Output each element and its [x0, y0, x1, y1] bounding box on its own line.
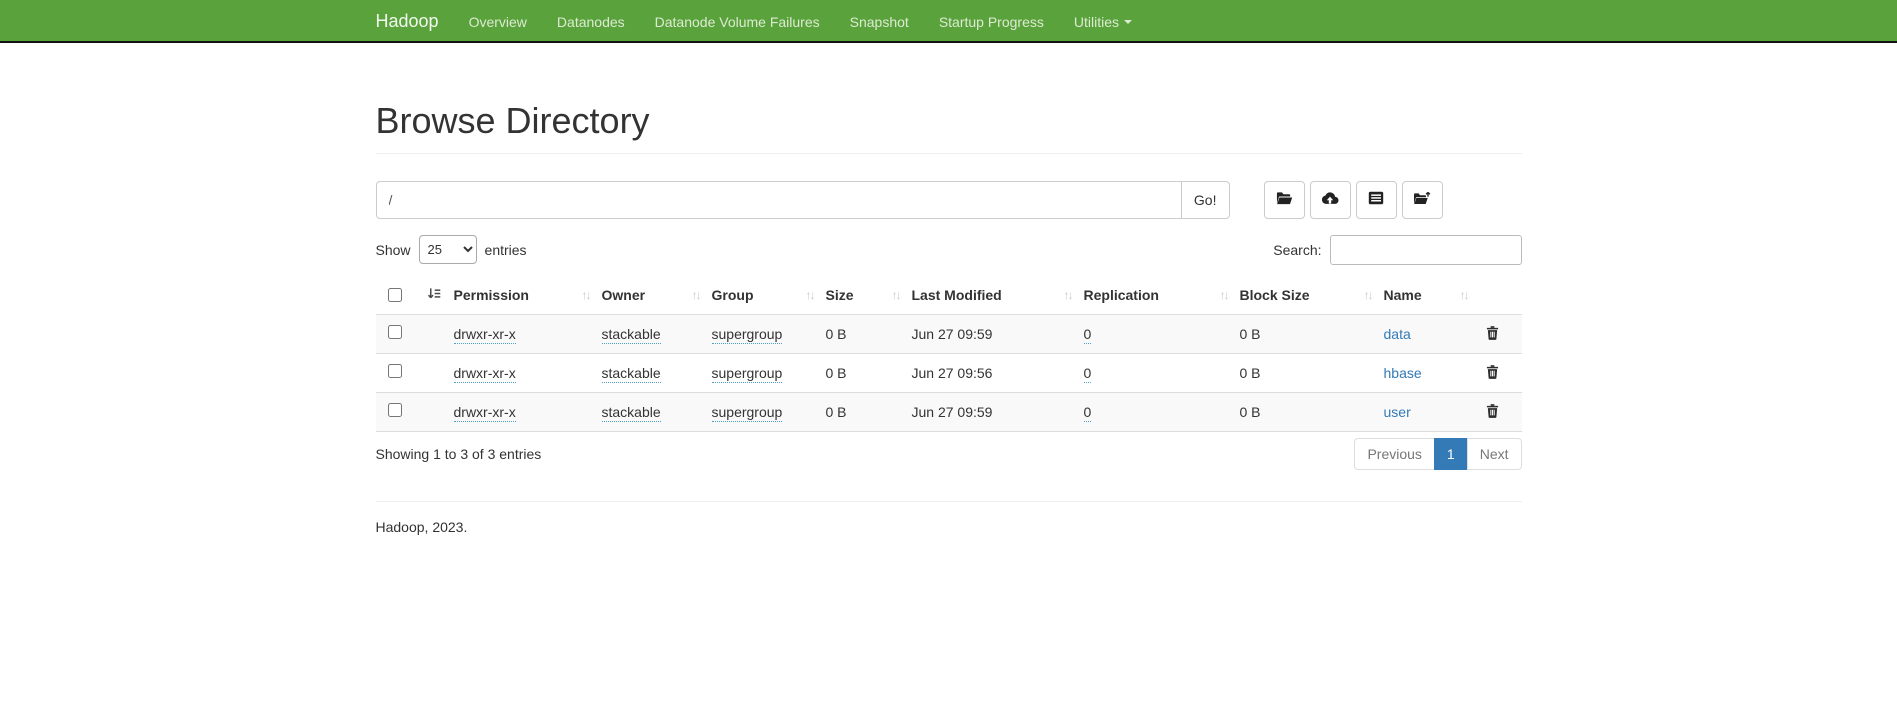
size-cell: 0 B	[826, 404, 847, 420]
column-header-owner[interactable]: Owner↑↓	[602, 277, 712, 315]
nav-item-startup-progress[interactable]: Startup Progress	[924, 0, 1059, 43]
size-cell: 0 B	[826, 365, 847, 381]
pagination-next[interactable]: Next	[1467, 438, 1522, 470]
entries-label: entries	[485, 242, 527, 258]
table-row: drwxr-xr-x stackable supergroup 0 B Jun …	[376, 392, 1522, 431]
list-alt-icon	[1368, 191, 1384, 208]
delete-button[interactable]	[1480, 403, 1499, 421]
column-header-block-size[interactable]: Block Size↑↓	[1240, 277, 1384, 315]
chevron-down-icon	[1124, 20, 1132, 24]
sort-both-icon: ↑↓	[692, 288, 700, 302]
upload-files-button[interactable]	[1310, 181, 1351, 219]
column-header-size[interactable]: Size↑↓	[826, 277, 912, 315]
size-cell: 0 B	[826, 326, 847, 342]
group-cell[interactable]: supergroup	[712, 404, 783, 422]
directory-table: Permission↑↓ Owner↑↓ Group↑↓ Size↑↓ Last…	[376, 277, 1522, 432]
delete-button[interactable]	[1480, 325, 1499, 343]
table-row: drwxr-xr-x stackable supergroup 0 B Jun …	[376, 314, 1522, 353]
row-checkbox[interactable]	[388, 364, 402, 378]
row-checkbox[interactable]	[388, 325, 402, 339]
select-all-checkbox[interactable]	[388, 288, 402, 302]
block-size-cell: 0 B	[1240, 326, 1261, 342]
title-divider	[376, 153, 1522, 154]
footer-text: Hadoop, 2023.	[376, 519, 1522, 535]
trash-icon	[1486, 367, 1499, 382]
folder-open-icon	[1276, 191, 1293, 209]
block-size-cell: 0 B	[1240, 404, 1261, 420]
directory-link[interactable]: user	[1384, 404, 1411, 420]
footer-divider	[376, 501, 1522, 502]
entries-summary: Showing 1 to 3 of 3 entries	[376, 446, 542, 462]
column-header-name[interactable]: Name↑↓	[1384, 277, 1480, 315]
last-modified-cell: Jun 27 09:59	[912, 404, 993, 420]
search-input[interactable]	[1330, 235, 1522, 265]
go-button[interactable]: Go!	[1181, 181, 1230, 219]
create-directory-button[interactable]	[1264, 181, 1305, 219]
permission-cell[interactable]: drwxr-xr-x	[454, 404, 516, 422]
folder-transfer-icon	[1413, 191, 1431, 209]
nav-item-datanode-volume-failures[interactable]: Datanode Volume Failures	[640, 0, 835, 43]
table-row: drwxr-xr-x stackable supergroup 0 B Jun …	[376, 353, 1522, 392]
sort-both-icon: ↑↓	[892, 288, 900, 302]
group-cell[interactable]: supergroup	[712, 365, 783, 383]
directory-link[interactable]: data	[1384, 326, 1411, 342]
column-header-group[interactable]: Group↑↓	[712, 277, 826, 315]
top-navbar: Hadoop Overview Datanodes Datanode Volum…	[0, 0, 1897, 43]
cut-paste-button[interactable]	[1356, 181, 1397, 219]
replication-cell[interactable]: 0	[1084, 404, 1092, 422]
owner-cell[interactable]: stackable	[602, 404, 661, 422]
path-input-group: Go!	[376, 181, 1230, 219]
sort-both-icon: ↑↓	[1220, 288, 1228, 302]
last-modified-cell: Jun 27 09:56	[912, 365, 993, 381]
last-modified-cell: Jun 27 09:59	[912, 326, 993, 342]
replication-cell[interactable]: 0	[1084, 365, 1092, 383]
trash-icon	[1486, 406, 1499, 421]
column-header-last-modified[interactable]: Last Modified↑↓	[912, 277, 1084, 315]
directory-link[interactable]: hbase	[1384, 365, 1422, 381]
owner-cell[interactable]: stackable	[602, 326, 661, 344]
block-size-cell: 0 B	[1240, 365, 1261, 381]
sort-both-icon: ↑↓	[1064, 288, 1072, 302]
table-footer: Showing 1 to 3 of 3 entries Previous 1 N…	[376, 438, 1522, 470]
page-size-select[interactable]: 25	[419, 235, 477, 264]
column-header-actions	[1480, 277, 1522, 315]
replication-cell[interactable]: 0	[1084, 326, 1092, 344]
pagination-previous[interactable]: Previous	[1354, 438, 1434, 470]
owner-cell[interactable]: stackable	[602, 365, 661, 383]
table-controls: Show 25 entries Search:	[376, 235, 1522, 265]
delete-button[interactable]	[1480, 364, 1499, 382]
nav-item-overview[interactable]: Overview	[454, 0, 542, 43]
move-directory-button[interactable]	[1402, 181, 1443, 219]
path-bar: Go!	[376, 181, 1522, 219]
sort-both-icon: ↑↓	[582, 288, 590, 302]
sort-both-icon: ↑↓	[1460, 288, 1468, 302]
pagination: Previous 1 Next	[1354, 438, 1521, 470]
trash-icon	[1486, 328, 1499, 343]
pagination-page-1[interactable]: 1	[1434, 438, 1468, 470]
navbar-menu: Overview Datanodes Datanode Volume Failu…	[454, 0, 1147, 43]
directory-path-input[interactable]	[376, 181, 1182, 219]
utilities-label: Utilities	[1074, 14, 1119, 30]
nav-item-utilities-dropdown[interactable]: Utilities	[1059, 0, 1147, 43]
search-label: Search:	[1273, 242, 1321, 258]
column-header-replication[interactable]: Replication↑↓	[1084, 277, 1240, 315]
sort-both-icon: ↑↓	[1364, 288, 1372, 302]
column-header-permission[interactable]: Permission↑↓	[454, 277, 602, 315]
row-checkbox[interactable]	[388, 403, 402, 417]
cloud-upload-icon	[1321, 191, 1339, 209]
nav-item-snapshot[interactable]: Snapshot	[835, 0, 924, 43]
sort-asc-icon	[427, 287, 442, 304]
table-header-row: Permission↑↓ Owner↑↓ Group↑↓ Size↑↓ Last…	[376, 277, 1522, 315]
permission-cell[interactable]: drwxr-xr-x	[454, 326, 516, 344]
select-column-header[interactable]	[376, 277, 454, 315]
sort-both-icon: ↑↓	[806, 288, 814, 302]
group-cell[interactable]: supergroup	[712, 326, 783, 344]
permission-cell[interactable]: drwxr-xr-x	[454, 365, 516, 383]
brand-hadoop[interactable]: Hadoop	[376, 0, 454, 43]
page-title: Browse Directory	[376, 101, 1522, 141]
nav-item-datanodes[interactable]: Datanodes	[542, 0, 640, 43]
file-action-buttons	[1264, 181, 1443, 219]
show-label: Show	[376, 242, 411, 258]
